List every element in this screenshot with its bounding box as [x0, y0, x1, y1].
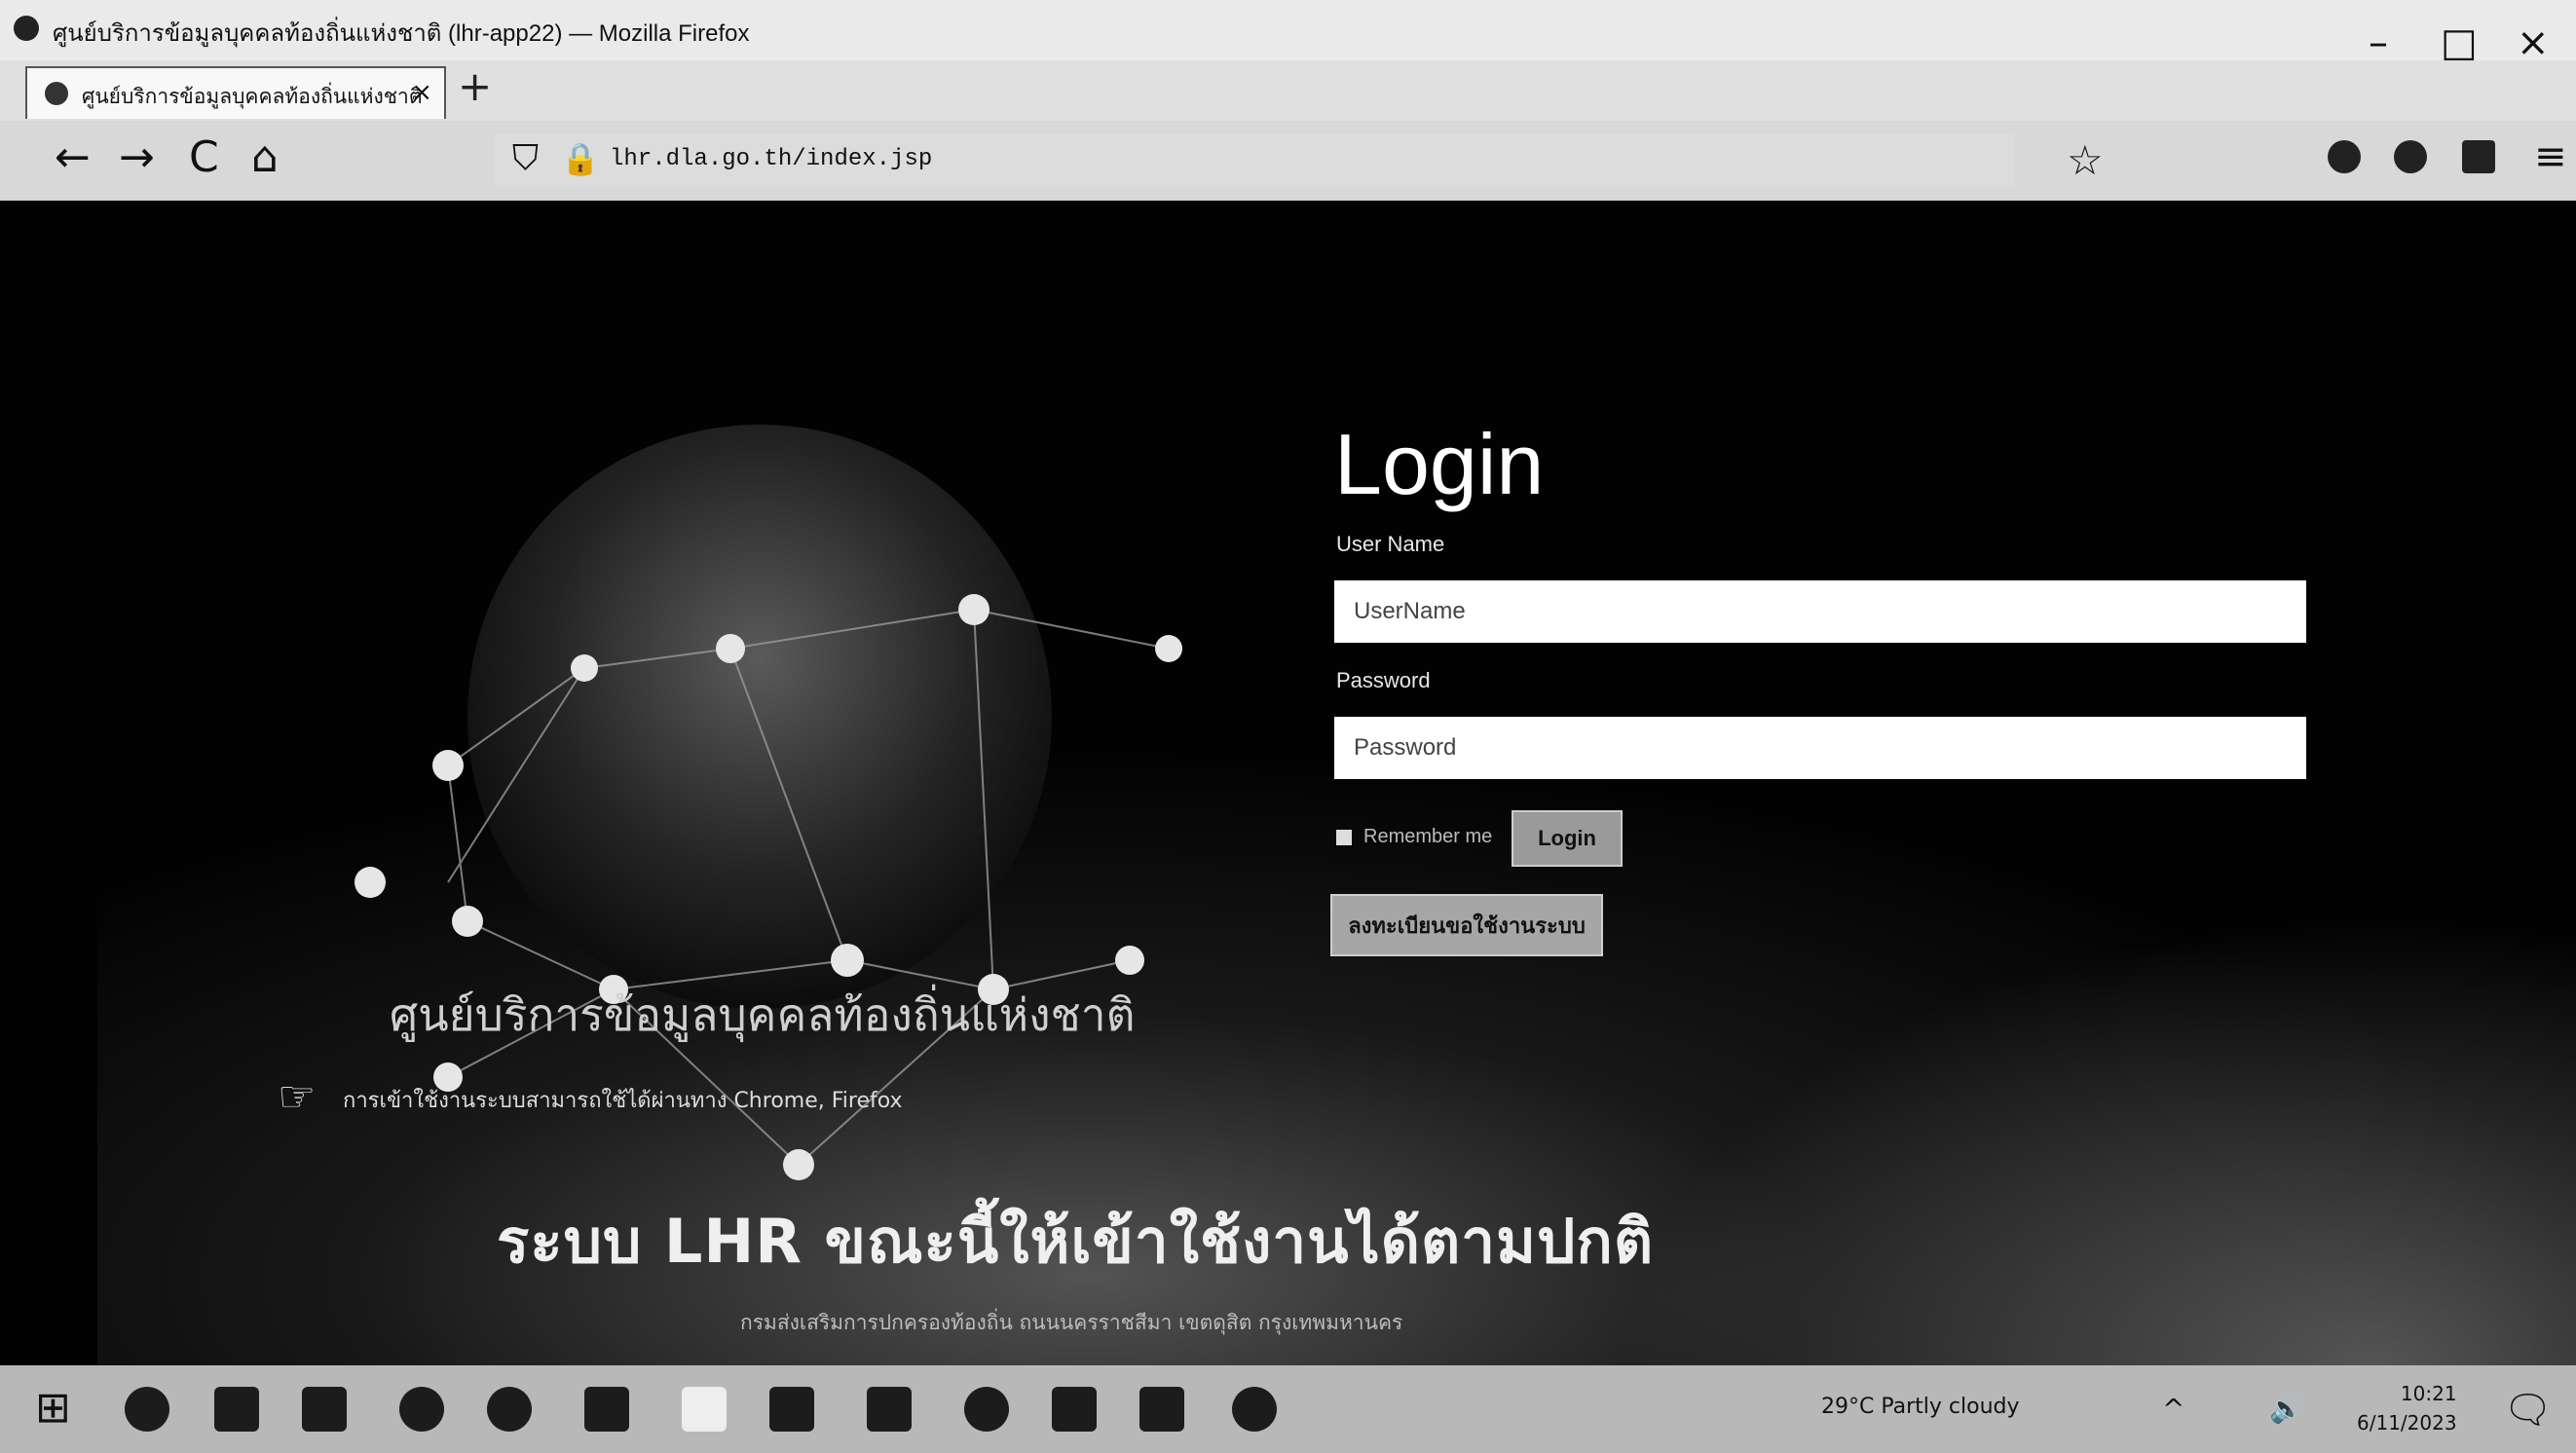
tracking-shield-icon[interactable]: ⛉ — [512, 138, 539, 179]
new-tab-button[interactable]: + — [458, 62, 492, 110]
tab-active[interactable]: ศูนย์บริการข้อมูลบุคคลท้องถิ่นแห่งชาติ × — [25, 66, 446, 119]
bookmark-star-icon[interactable]: ☆ — [2067, 136, 2104, 184]
checkbox-box[interactable] — [1336, 829, 1352, 845]
firefox-logo-icon — [14, 16, 39, 41]
username-label: User Name — [1336, 532, 1445, 556]
extensions-menu-icon[interactable] — [2462, 140, 2495, 173]
folder-icon[interactable] — [1139, 1387, 1184, 1432]
terminal-icon[interactable] — [1052, 1387, 1097, 1432]
volume-icon[interactable]: 🔊 — [2269, 1393, 2303, 1425]
address-bar[interactable]: ⛉ 🔒 lhr.dla.go.th/index.jsp — [495, 134, 2014, 187]
password-input[interactable] — [1334, 717, 2306, 779]
login-button[interactable]: Login — [1512, 810, 1623, 867]
clock-time: 10:21 — [2400, 1382, 2457, 1405]
chrome-icon[interactable] — [964, 1387, 1009, 1432]
browser-notice: การเข้าใช้งานระบบสามารถใช้ได้ผ่านทาง Chr… — [343, 1089, 903, 1113]
windows-taskbar: ⊞ 29°C Partly cloudy ^ 🔊 10:21 6/11/2023… — [0, 1365, 2576, 1453]
tray-expand-icon[interactable]: ^ — [2162, 1393, 2184, 1425]
store-icon[interactable] — [584, 1387, 629, 1432]
url-text[interactable]: lhr.dla.go.th/index.jsp — [610, 146, 932, 172]
calendar-icon[interactable] — [769, 1387, 814, 1432]
file-explorer-icon[interactable] — [682, 1387, 727, 1432]
register-button[interactable]: ลงทะเบียนขอใช้งานระบบ — [1330, 894, 1603, 956]
tab-close-icon[interactable]: × — [411, 78, 432, 107]
remember-me-label[interactable]: Remember me — [1363, 826, 1492, 848]
footer-address: กรมส่งเสริมการปกครองท้องถิ่น ถนนนครราชสี… — [740, 1311, 1403, 1334]
window-title: ศูนย์บริการข้อมูลบุคคลท้องถิ่นแห่งชาติ (… — [53, 20, 750, 47]
background-glow-right — [1558, 882, 2576, 1365]
tab-bar: ศูนย์บริการข้อมูลบุคคลท้องถิ่นแห่งชาติ × — [0, 60, 2576, 121]
task-view-icon[interactable] — [214, 1387, 259, 1432]
line-chat-icon[interactable] — [1232, 1387, 1277, 1432]
login-title: Login — [1334, 416, 1545, 512]
search-icon[interactable] — [125, 1387, 169, 1432]
window-titlebar: ศูนย์บริการข้อมูลบุคคลท้องถิ่นแห่งชาติ (… — [0, 0, 2576, 62]
widgets-icon[interactable] — [302, 1387, 347, 1432]
password-label: Password — [1336, 668, 1431, 692]
edge-browser-icon[interactable] — [399, 1387, 444, 1432]
system-clock[interactable]: 10:21 6/11/2023 — [2357, 1379, 2457, 1437]
navigation-bar: ← → C ⌂ ⛉ 🔒 lhr.dla.go.th/index.jsp ☆ ≡ — [0, 121, 2576, 201]
globe-shape — [467, 425, 1052, 1009]
maximize-button[interactable]: □ — [2441, 23, 2478, 62]
hand-pointer-icon: ☞ — [278, 1072, 317, 1122]
clock-date: 6/11/2023 — [2357, 1411, 2457, 1434]
account-icon[interactable] — [2394, 140, 2427, 173]
forward-button[interactable]: → — [119, 136, 155, 179]
home-button[interactable]: ⌂ — [251, 136, 279, 179]
weather-widget[interactable]: 29°C Partly cloudy — [1821, 1395, 2020, 1419]
close-window-button[interactable]: × — [2517, 23, 2550, 62]
brand-text: ศูนย์บริการข้อมูลบุคคลท้องถิ่นแห่งชาติ — [390, 988, 1136, 1041]
reload-button[interactable]: C — [189, 136, 219, 179]
tab-title: ศูนย์บริการข้อมูลบุคคลท้องถิ่นแห่งชาติ — [82, 86, 423, 108]
page-content: ศูนย์บริการข้อมูลบุคคลท้องถิ่นแห่งชาติ ☞… — [0, 201, 2576, 1365]
start-menu-icon[interactable]: ⊞ — [35, 1387, 71, 1430]
extension-icon[interactable] — [2328, 140, 2361, 173]
announcement-marquee: ระบบ LHR ขณะนี้ให้เข้าใช้งานได้ตามปกติ — [497, 1206, 1655, 1277]
minimize-button[interactable]: – — [2369, 23, 2388, 62]
back-button[interactable]: ← — [55, 136, 91, 179]
lock-icon[interactable]: 🔒 — [561, 140, 600, 177]
hamburger-menu-icon[interactable]: ≡ — [2534, 134, 2567, 179]
site-favicon-icon — [45, 82, 68, 105]
notification-icon[interactable]: 🗨 — [2503, 1387, 2553, 1433]
firefox-taskbar-icon[interactable] — [487, 1387, 532, 1432]
mail-icon[interactable] — [867, 1387, 912, 1432]
username-input[interactable] — [1334, 580, 2306, 643]
remember-me-checkbox[interactable]: Remember me — [1336, 826, 1492, 848]
